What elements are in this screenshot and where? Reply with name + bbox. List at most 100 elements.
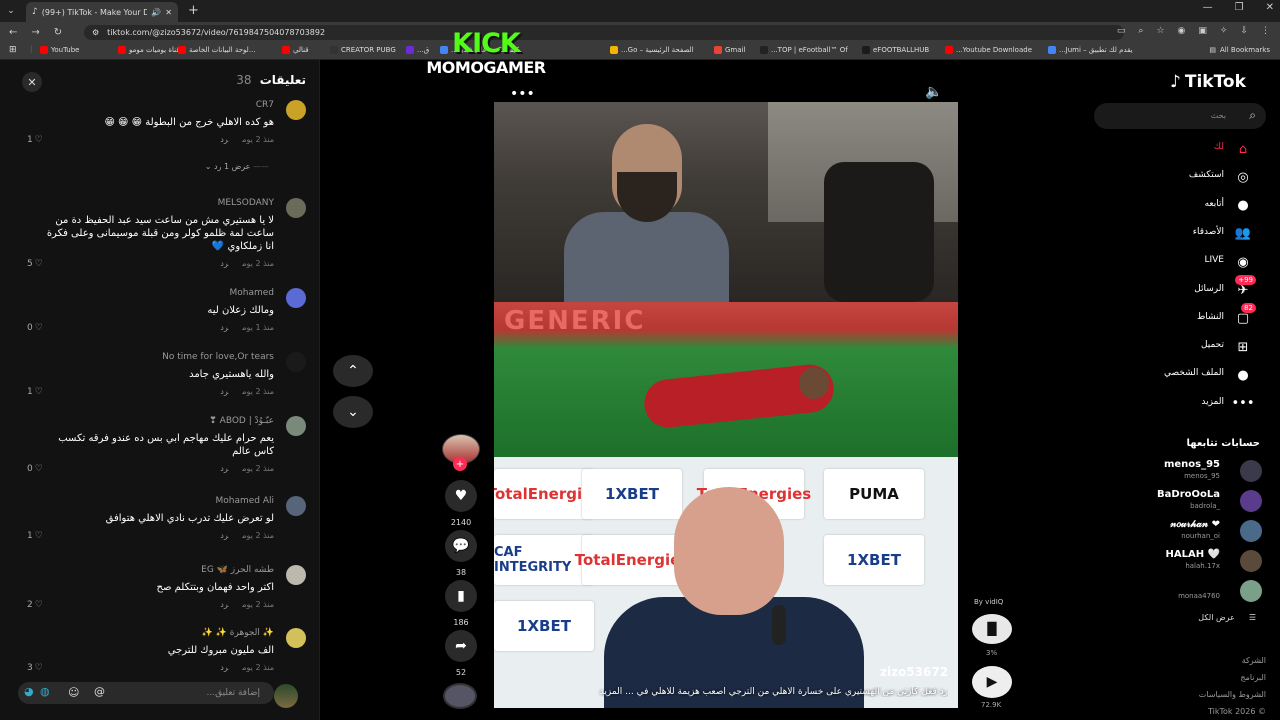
extension-icon[interactable]: ▣ — [1198, 26, 1207, 36]
sidebar-item-friends[interactable]: 👥 الأصدقاء — [1100, 223, 1262, 245]
bookmark-item[interactable]: قنالي — [282, 46, 309, 54]
bookmark-item[interactable]: YouTube — [40, 46, 79, 54]
tab-audio-icon[interactable]: 🔊 — [151, 8, 161, 17]
footer-company[interactable]: الشركة — [1199, 652, 1266, 669]
bookmark-item[interactable]: Gmail — [714, 46, 745, 54]
video-author-handle[interactable]: zizo53672 — [880, 665, 948, 679]
reply-button[interactable]: رد — [220, 663, 228, 672]
bookmark-icon[interactable]: ▮ — [445, 580, 477, 612]
comment-like[interactable]: 1 ♡ — [27, 135, 43, 145]
vidiq-emoji-icon[interactable]: ◍ — [40, 685, 50, 698]
comment-like[interactable]: 1 ♡ — [27, 531, 43, 541]
bookmark-item[interactable]: لوحة البيانات الخاصة... — [178, 46, 256, 54]
bookmark-item[interactable]: ...Youtube Downloade — [945, 46, 1032, 54]
browser-tab[interactable]: ♪ (99+) TikTok - Make Your Day 🔊 ✕ — [26, 2, 178, 22]
bookmark-item[interactable]: ...Go – الصفحة الرئيسية — [610, 46, 694, 54]
url-field[interactable]: ⚙ tiktok.com/@zizo53672/video/7619847504… — [84, 25, 1124, 40]
commenter-avatar[interactable] — [286, 496, 306, 516]
bookmark-item[interactable]: ...TOP | eFootball™ Of — [760, 46, 848, 54]
comment-like[interactable]: 2 ♡ — [27, 600, 43, 610]
tab-search-icon[interactable]: ⌄ — [0, 0, 22, 22]
reply-button[interactable]: رد — [220, 531, 228, 540]
bookmark-item[interactable]: ...Jumi – يقدم لك تطبيق — [1048, 46, 1133, 54]
reply-button[interactable]: رد — [220, 259, 228, 268]
comment-input[interactable]: ◕ ◍ ☺ @ إضافة تعليق... — [18, 682, 274, 704]
sidebar-item-following-avatar[interactable]: ● أتابعه — [1100, 195, 1262, 217]
cast-icon[interactable]: ▭ — [1117, 26, 1126, 36]
view-replies-button[interactable]: —— عرض 1 رد ⌄ — [205, 162, 269, 171]
heart-icon[interactable]: ♥ — [445, 480, 477, 512]
mention-icon[interactable]: @ — [94, 685, 105, 698]
tab-close-icon[interactable]: ✕ — [165, 8, 172, 17]
commenter-avatar[interactable] — [286, 416, 306, 436]
comment-like[interactable]: 0 ♡ — [27, 323, 43, 333]
sidebar-item-messages[interactable]: ✈ الرسائل 99+ — [1100, 274, 1262, 302]
following-account[interactable]: HALAH 🤍 halah.17x — [1120, 548, 1262, 574]
following-account[interactable]: menos_95 menos_95 — [1120, 458, 1262, 484]
commenter-name[interactable]: MELSODANY — [218, 198, 274, 208]
forward-icon[interactable]: → — [31, 27, 39, 38]
reload-icon[interactable]: ↻ — [54, 27, 62, 38]
commenter-name[interactable]: CR7 — [256, 100, 274, 110]
sidebar-item-upload[interactable]: ⊞ تحميل — [1100, 336, 1262, 358]
vidiq-bubble-icon[interactable]: ◕ — [24, 685, 34, 698]
comment-bubble-icon[interactable]: 💬 — [445, 530, 477, 562]
extensions-puzzle-icon[interactable]: ✧ — [1220, 26, 1228, 36]
see-all-button[interactable]: ☰ عرض الكل — [1198, 613, 1256, 622]
previous-video-button[interactable]: ⌃ — [333, 355, 373, 387]
site-info-icon[interactable]: ⚙ — [92, 28, 99, 37]
all-bookmarks[interactable]: ▤ All Bookmarks — [1209, 46, 1270, 54]
play-icon[interactable]: ▶ — [972, 666, 1012, 698]
bookmark-star-icon[interactable]: ☆ — [1156, 26, 1164, 36]
reply-button[interactable]: رد — [220, 323, 228, 332]
camera-extension-icon[interactable]: ◉ — [1178, 26, 1186, 36]
following-account[interactable]: 𝓃𝑜𝓊𝓇𝒽𝒶𝓃 ❤ nourhan_oi — [1120, 518, 1262, 544]
comment-like[interactable]: 3 ♡ — [27, 663, 43, 673]
reply-button[interactable]: رد — [220, 464, 228, 473]
commenter-name[interactable]: Mohamed Ali — [215, 496, 274, 506]
share-arrow-icon[interactable]: ➦ — [445, 630, 477, 662]
search-icon[interactable]: ⌕ — [1249, 108, 1256, 123]
commenter-name[interactable]: ✨ الجوهرة ✨ ✨ — [202, 628, 274, 638]
sidebar-item-live[interactable]: ◉ LIVE — [1100, 251, 1262, 273]
commenter-avatar[interactable] — [286, 198, 306, 218]
window-close-icon[interactable]: ✕ — [1266, 2, 1274, 13]
video-player[interactable]: GENERIC TotalEnergies 1XBET TotalEnergie… — [494, 102, 958, 708]
footer-program[interactable]: البرنامج — [1199, 669, 1266, 686]
next-video-button[interactable]: ⌄ — [333, 396, 373, 428]
comment-like[interactable]: 0 ♡ — [27, 464, 43, 474]
search-input[interactable]: ⌕ بحث — [1094, 103, 1266, 129]
reply-button[interactable]: رد — [220, 600, 228, 609]
volume-icon[interactable]: 🔈 — [925, 84, 942, 100]
music-disc-icon[interactable] — [443, 683, 477, 709]
commenter-name[interactable]: Mohamed — [229, 288, 274, 298]
sidebar-item-profile[interactable]: ● الملف الشخصي — [1100, 364, 1262, 386]
commenter-name[interactable]: No time for love,Or tears — [162, 352, 274, 362]
minimize-icon[interactable]: — — [1203, 2, 1213, 13]
tiktok-logo[interactable]: ♪ TikTok — [1170, 72, 1246, 92]
footer-terms[interactable]: الشروط والسياسات — [1199, 686, 1266, 703]
commenter-avatar[interactable] — [286, 100, 306, 120]
commenter-avatar[interactable] — [286, 628, 306, 648]
sidebar-item-more[interactable]: ••• المزيد — [1100, 393, 1262, 415]
commenter-avatar[interactable] — [286, 565, 306, 585]
new-tab-button[interactable]: + — [188, 3, 199, 18]
close-comments-button[interactable]: ✕ — [22, 72, 42, 92]
follow-plus-icon[interactable]: + — [453, 457, 467, 471]
apps-grid-icon[interactable]: ⊞ — [9, 45, 17, 55]
commenter-avatar[interactable] — [286, 352, 306, 372]
my-avatar[interactable] — [274, 684, 298, 708]
sidebar-item-compass[interactable]: ◎ استكشف — [1100, 166, 1262, 188]
commenter-name[interactable]: طشه الحرز 🦋 EG — [201, 565, 274, 575]
video-caption[interactable]: رد فعل كارثي من الهستيري على خسارة الأهل… — [506, 687, 948, 697]
comment-like[interactable]: 1 ♡ — [27, 387, 43, 397]
bookmark-item[interactable]: CREATOR PUBG — [330, 46, 396, 54]
downloads-icon[interactable]: ⇩ — [1240, 26, 1248, 36]
vidiq-stats-icon[interactable]: ▐▌ — [972, 614, 1012, 644]
reply-button[interactable]: رد — [220, 387, 228, 396]
sidebar-item-home[interactable]: ⌂ لك — [1100, 138, 1262, 160]
zoom-icon[interactable]: ⌕ — [1138, 26, 1143, 36]
comment-like[interactable]: 5 ♡ — [27, 259, 43, 269]
maximize-icon[interactable]: ❐ — [1235, 2, 1244, 13]
emoji-icon[interactable]: ☺ — [68, 686, 79, 699]
